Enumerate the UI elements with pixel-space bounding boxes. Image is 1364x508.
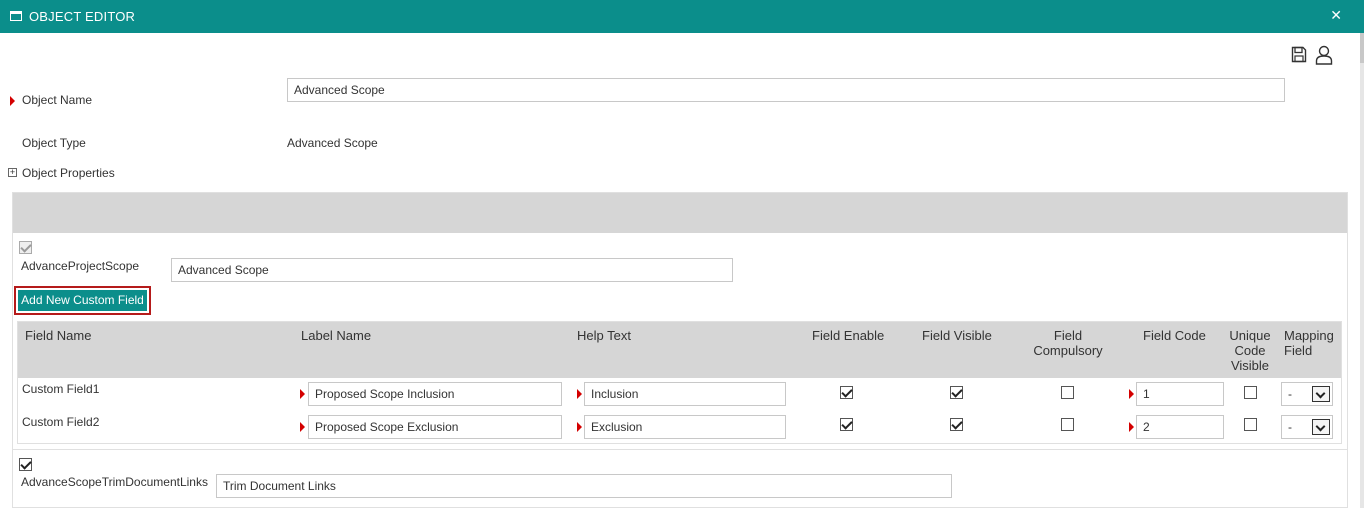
col-unique-line2: Code: [1234, 343, 1266, 358]
object-type-value: Advanced Scope: [287, 136, 378, 150]
col-mapping-field: Mapping Field: [1284, 328, 1334, 358]
col-field-compulsory-line1: Field: [1053, 328, 1083, 343]
row-field-compulsory-checkbox[interactable]: [1061, 386, 1074, 399]
col-help-text: Help Text: [577, 328, 631, 343]
mapping-selected-value: -: [1288, 387, 1292, 401]
col-field-visible: Field Visible: [922, 328, 992, 343]
row-field-name: Custom Field2: [22, 415, 100, 429]
object-name-label: Object Name: [22, 93, 93, 107]
required-marker: [300, 422, 305, 432]
window-icon: [10, 11, 22, 21]
required-marker: [577, 389, 582, 399]
row-label-name-input[interactable]: [308, 382, 562, 406]
add-new-custom-field-button[interactable]: Add New Custom Field: [14, 286, 151, 315]
user-icon[interactable]: [1315, 45, 1333, 65]
row-label-name-input[interactable]: [308, 415, 562, 439]
row-field-code-input[interactable]: [1136, 415, 1224, 439]
col-unique-line3: Visible: [1230, 358, 1270, 373]
row-help-text-input[interactable]: [584, 415, 786, 439]
window-title: OBJECT EDITOR: [29, 9, 136, 24]
row-field-compulsory-checkbox[interactable]: [1061, 418, 1074, 431]
col-field-code: Field Code: [1143, 328, 1206, 343]
section-divider: [13, 449, 1347, 450]
col-field-enable: Field Enable: [812, 328, 885, 343]
row-field-enable-checkbox[interactable]: [840, 386, 853, 399]
col-field-compulsory-line2: Compulsory: [1033, 343, 1103, 358]
chevron-down-icon[interactable]: [1312, 419, 1330, 435]
row-field-visible-checkbox[interactable]: [950, 418, 963, 431]
chevron-down-icon[interactable]: [1312, 386, 1330, 402]
vertical-scrollbar[interactable]: [1360, 33, 1364, 508]
required-marker: [300, 389, 305, 399]
advance-project-scope-label: AdvanceProjectScope: [21, 259, 140, 273]
advance-project-scope-checkbox[interactable]: [19, 241, 32, 254]
required-marker: [1129, 422, 1134, 432]
col-mapping-line1: Mapping: [1284, 328, 1334, 343]
close-icon[interactable]: ✕: [1330, 7, 1342, 24]
row-field-code-input[interactable]: [1136, 382, 1224, 406]
col-field-name: Field Name: [25, 328, 92, 343]
col-mapping-line2: Field: [1284, 343, 1313, 358]
row-field-name: Custom Field1: [22, 382, 100, 396]
col-label-name: Label Name: [301, 328, 372, 343]
row-mapping-field-select[interactable]: -: [1281, 415, 1333, 439]
advance-project-scope-input[interactable]: [171, 258, 733, 282]
save-icon[interactable]: [1291, 46, 1307, 63]
required-marker: [10, 96, 15, 106]
col-field-compulsory: Field Compulsory: [1024, 328, 1112, 358]
row-field-enable-checkbox[interactable]: [840, 418, 853, 431]
col-unique-code-visible: Unique Code Visible: [1226, 328, 1274, 373]
object-name-input[interactable]: [287, 78, 1285, 102]
panel-header: [13, 193, 1347, 233]
object-properties-label[interactable]: Object Properties: [22, 166, 115, 180]
row-unique-code-visible-checkbox[interactable]: [1244, 418, 1257, 431]
title-bar: OBJECT EDITOR ✕: [0, 0, 1364, 33]
add-new-custom-field-label: Add New Custom Field: [18, 290, 147, 311]
advance-scope-trim-document-links-input[interactable]: [216, 474, 952, 498]
row-field-visible-checkbox[interactable]: [950, 386, 963, 399]
col-unique-line1: Unique: [1229, 328, 1271, 343]
required-marker: [577, 422, 582, 432]
advance-scope-trim-document-links-label: AdvanceScopeTrimDocumentLinks: [21, 475, 208, 489]
expand-icon[interactable]: +: [8, 168, 17, 177]
row-help-text-input[interactable]: [584, 382, 786, 406]
object-type-label: Object Type: [22, 136, 86, 150]
required-marker: [1129, 389, 1134, 399]
scrollbar-thumb[interactable]: [1360, 33, 1364, 63]
row-unique-code-visible-checkbox[interactable]: [1244, 386, 1257, 399]
row-mapping-field-select[interactable]: -: [1281, 382, 1333, 406]
advance-scope-trim-document-links-checkbox[interactable]: [19, 458, 32, 471]
mapping-selected-value: -: [1288, 420, 1292, 434]
